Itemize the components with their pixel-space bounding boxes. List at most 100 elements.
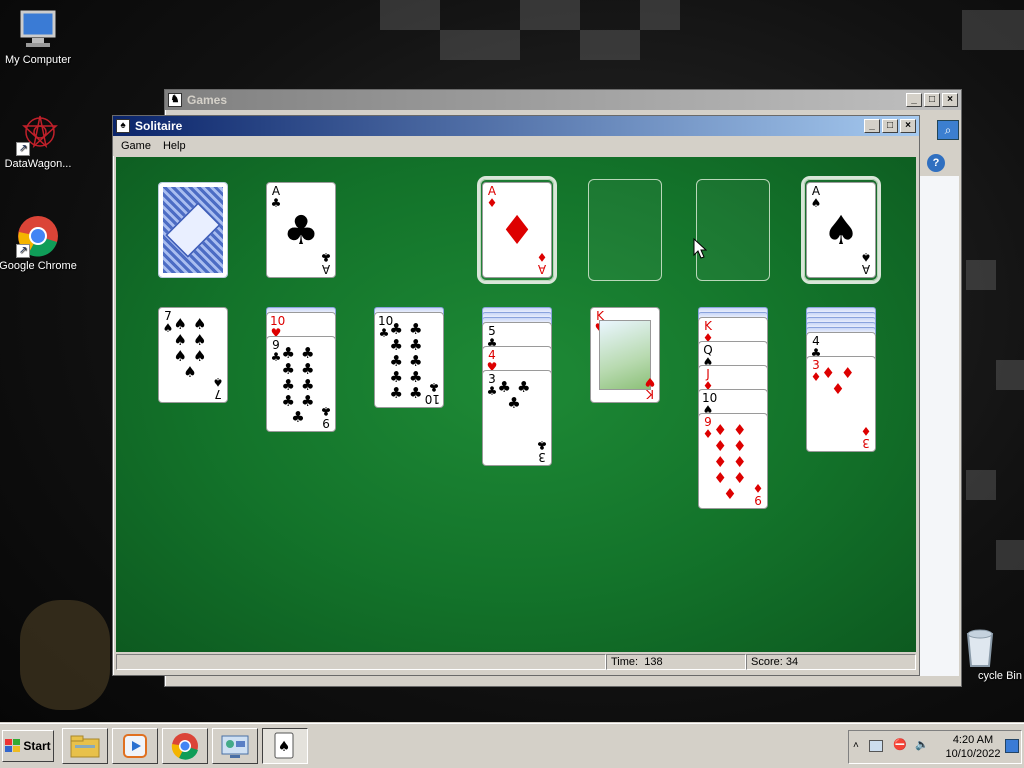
games-explorer-icon (221, 735, 249, 758)
card-rank: 3 (538, 450, 546, 464)
taskbar-media-button[interactable] (112, 728, 158, 764)
taskbar-solitaire-button[interactable]: ♠ (262, 728, 308, 764)
score-label: Score: (751, 656, 783, 668)
tableau-card[interactable]: 9 ♦ ♦♦♦♦♦♦♦♦♦ 9 ♦ (698, 413, 768, 509)
recycle-bin-icon (958, 624, 1002, 668)
menu-game[interactable]: Game (115, 140, 157, 152)
tableau-card[interactable]: K♥K♥ (590, 307, 660, 403)
card-suit: ♣ (428, 380, 440, 394)
card-suit: ♣ (320, 404, 332, 418)
maximize-button[interactable]: □ (882, 119, 898, 133)
clock-time: 4:20 AM (952, 734, 994, 746)
minimize-button[interactable]: _ (864, 119, 880, 133)
maximize-button[interactable]: □ (924, 93, 940, 107)
card-rank: 9 (322, 416, 330, 430)
card-rank: 9 (754, 493, 762, 507)
games-app-icon: ♞ (168, 93, 182, 107)
foundation-3[interactable] (696, 179, 770, 281)
card-suit: ♦ (860, 424, 872, 438)
clock-date: 10/10/2022 (945, 748, 1001, 760)
card-suit: ♠ (860, 250, 872, 264)
windows-logo-icon (5, 739, 21, 752)
card-suit: ♠ (212, 375, 224, 389)
card-pips: ♦♦♦♦♦♦♦♦♦ (713, 421, 753, 503)
tableau-card[interactable]: 7 ♠ ♠♠♠♠♠♠♠ 7 ♠ (158, 307, 228, 403)
card-pips: ♣♣♣♣♣♣♣♣♣♣ (389, 320, 429, 402)
score-value: 34 (785, 656, 799, 668)
spades-icon: ♠ (823, 208, 859, 254)
volume-icon[interactable]: 🔈 (915, 738, 929, 751)
tableau-card[interactable]: 3 ♣ ♣♣♣ 3 ♣ (482, 370, 552, 466)
search-icon[interactable]: ⌕ (937, 120, 959, 140)
foundation-2[interactable] (588, 179, 662, 281)
close-button[interactable]: × (900, 119, 916, 133)
solitaire-window[interactable]: ♠ Solitaire _ □ × Game Help A ♣ ♣ A ♣ A ♦ ♦… (112, 115, 920, 676)
chrome-icon: ↗ (16, 214, 60, 258)
action-center-icon[interactable]: ⛔ (893, 738, 907, 751)
desktop-icon-label: Google Chrome (0, 260, 77, 272)
card-pips: ♠♠♠♠♠♠♠ (173, 315, 213, 381)
desktop-icon-my-computer[interactable]: My Computer (0, 8, 80, 66)
foundation-card[interactable]: A ♠ ♠ A ♠ (806, 182, 876, 278)
card-rank: 10 (424, 392, 440, 406)
clock[interactable]: 4:20 AM 10/10/2022 (941, 733, 1005, 761)
menu-help[interactable]: Help (157, 140, 192, 152)
mouse-cursor-icon (693, 238, 707, 259)
card-rank: A (537, 262, 547, 276)
card-suit: ♦ (536, 250, 548, 264)
tableau-card[interactable]: 9 ♣ ♣♣♣♣♣♣♣♣♣ 9 ♣ (266, 336, 336, 432)
foundation-4[interactable]: A ♠ ♠ A ♠ (804, 179, 878, 281)
desktop-icon-datawagon[interactable]: ↗ DataWagon... (0, 112, 80, 170)
close-button[interactable]: × (942, 93, 958, 107)
taskbar-games-explorer-button[interactable] (212, 728, 258, 764)
card-rank: K (646, 387, 654, 401)
card-rank: 3 (862, 436, 870, 450)
card-suit: ♦ (752, 481, 764, 495)
system-tray: ˄ ⛔ 🔈 4:20 AM 10/10/2022 (848, 730, 1022, 764)
taskbar-chrome-button[interactable] (162, 728, 208, 764)
card-suit: ♦ (486, 196, 498, 210)
stock-pile[interactable] (158, 182, 228, 278)
tableau-card[interactable]: 3 ♦ ♦♦♦ 3 ♦ (806, 356, 876, 452)
game-board[interactable]: A ♣ ♣ A ♣ A ♦ ♦ A ♦ A ♠ ♠ A ♠ 7 ♠ ♠♠♠♠♠♠♠ 7 ♠ 10 ♥ 9 ♣… (116, 157, 916, 652)
desktop-icon-label: DataWagon... (4, 158, 72, 170)
show-hidden-icons-icon[interactable]: ˄ (853, 740, 859, 751)
solitaire-title-bar[interactable]: ♠ Solitaire _ □ × (113, 116, 919, 136)
score-display: Score: 34 (746, 654, 916, 670)
taskbar-explorer-button[interactable] (62, 728, 108, 764)
tableau-card[interactable]: 10 ♣ ♣♣♣♣♣♣♣♣♣♣ 10 ♣ (374, 312, 444, 408)
help-icon[interactable]: ? (927, 154, 945, 172)
status-bar: Time: 138 Score: 34 (116, 654, 916, 672)
show-desktop-icon[interactable] (1005, 739, 1019, 753)
chrome-icon (171, 733, 198, 760)
games-window-title: Games (187, 93, 228, 107)
diamonds-icon: ♦ (499, 208, 535, 254)
card-suit: ♣ (536, 438, 548, 452)
waste-pile-card[interactable]: A ♣ ♣ A ♣ (266, 182, 336, 278)
shortcut-arrow-icon: ↗ (16, 142, 30, 156)
shortcut-arrow-icon: ↗ (16, 244, 30, 258)
foundation-1[interactable]: A ♦ ♦ A ♦ (480, 179, 554, 281)
card-rank: 7 (214, 387, 222, 401)
games-title-bar[interactable]: ♞ Games _ □ × (165, 90, 961, 110)
solitaire-window-title: Solitaire (135, 119, 183, 133)
desktop-icon-chrome[interactable]: ↗ Google Chrome (0, 214, 80, 272)
status-message (116, 654, 606, 670)
foundation-card[interactable]: A ♦ ♦ A ♦ (482, 182, 552, 278)
time-value: 138 (644, 656, 663, 668)
network-icon[interactable] (869, 740, 883, 752)
card-pips: ♣♣♣♣♣♣♣♣♣ (281, 344, 321, 426)
card-suit: ♣ (320, 250, 332, 264)
card-rank: A (861, 262, 871, 276)
card-pips: ♦♦♦ (821, 364, 861, 398)
card-rank: A (321, 262, 331, 276)
datawagon-icon: ↗ (16, 112, 60, 156)
menu-bar: Game Help (113, 136, 919, 156)
clubs-icon: ♣ (283, 208, 319, 254)
start-button[interactable]: Start (2, 730, 54, 762)
explorer-icon (70, 735, 100, 758)
card-suit: ♣ (270, 196, 282, 210)
start-label: Start (23, 739, 51, 753)
minimize-button[interactable]: _ (906, 93, 922, 107)
taskbar: Start ♠ ˄ ⛔ 🔈 4:20 AM 10/10/2022 (0, 723, 1024, 768)
